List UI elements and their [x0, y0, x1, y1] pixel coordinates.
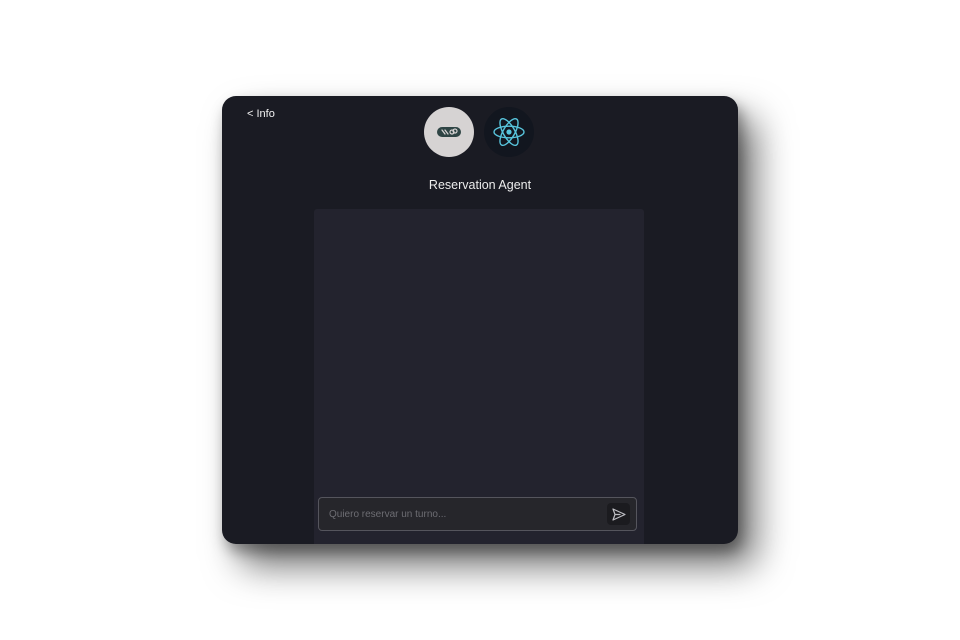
chat-widget-card: < Info Reservation Agent	[222, 96, 738, 544]
message-input-row	[318, 497, 637, 531]
link-icon	[437, 127, 461, 137]
react-logo	[484, 107, 534, 157]
send-button[interactable]	[607, 503, 630, 525]
link-logo	[424, 107, 474, 157]
react-icon	[493, 117, 525, 147]
message-input[interactable]	[319, 498, 599, 530]
back-info-link[interactable]: < Info	[247, 108, 275, 120]
chat-messages-area[interactable]	[314, 209, 644, 499]
send-icon	[611, 507, 626, 521]
logo-group	[424, 107, 534, 157]
agent-title: Reservation Agent	[428, 178, 532, 192]
chat-panel	[314, 209, 644, 544]
